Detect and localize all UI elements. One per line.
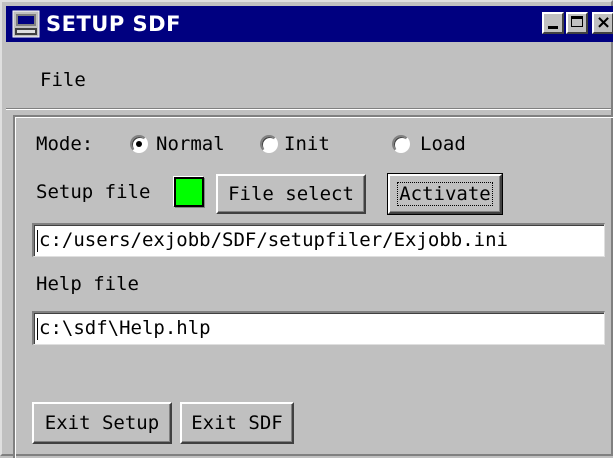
window-title: SETUP SDF [46,12,181,36]
radio-init[interactable] [260,135,278,153]
radio-normal[interactable] [130,135,148,153]
help-file-label: Help file [36,273,139,295]
close-icon: × [596,12,612,33]
minimize-button[interactable] [542,12,564,34]
menu-divider [6,108,611,110]
title-bar[interactable]: SETUP SDF × [6,6,613,42]
radio-init-label[interactable]: Init [284,132,330,156]
setup-file-path-input[interactable]: c:/users/exjobb/SDF/setupfiler/Exjobb.in… [32,223,605,257]
close-button[interactable]: × [592,12,613,34]
mode-label: Mode: [36,133,94,155]
maximize-icon [571,16,583,27]
radio-load[interactable] [392,135,410,153]
menu-bar: File [6,44,611,108]
setup-status-indicator [174,177,204,207]
help-file-path-value: c:\sdf\Help.hlp [39,317,211,339]
app-icon [12,10,40,38]
activate-button[interactable]: Activate [387,173,503,215]
setup-file-label: Setup file [36,181,151,203]
minimize-icon [548,26,558,29]
file-select-button[interactable]: File select [216,174,366,214]
menu-file[interactable]: File [40,68,86,92]
help-file-path-input[interactable]: c:\sdf\Help.hlp [32,311,605,345]
setup-sdf-window: SETUP SDF × File Mode: Normal Init Load … [0,0,613,458]
maximize-button[interactable] [566,12,588,34]
text-caret [37,317,38,340]
exit-sdf-button[interactable]: Exit SDF [180,402,294,444]
radio-normal-label[interactable]: Normal [156,132,225,156]
setup-file-path-value: c:/users/exjobb/SDF/setupfiler/Exjobb.in… [39,229,508,251]
exit-setup-button[interactable]: Exit Setup [32,402,172,444]
radio-load-label[interactable]: Load [420,132,466,156]
text-caret [37,229,38,252]
activate-button-label: Activate [397,182,493,206]
